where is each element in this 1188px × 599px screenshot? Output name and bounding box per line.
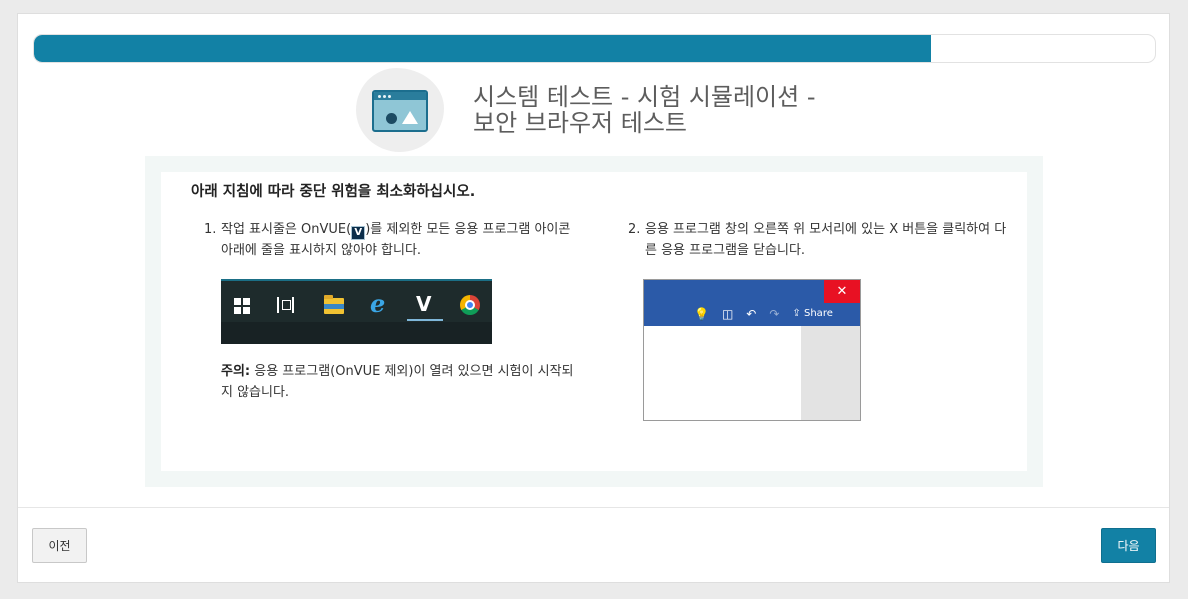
taskbar-example-image: e V [221,279,492,344]
step-2: 2. 응용 프로그램 창의 오른쪽 위 모서리에 있는 X 버튼을 클릭하여 다… [628,219,1018,261]
office-window-example-image: ✕ 💡 ◫ ↶ ↷ ⇪ Share [643,279,861,421]
office-toolbar: 💡 ◫ ↶ ↷ ⇪ Share [694,306,833,322]
step-1-number: 1. [204,222,217,237]
instructions-content: 아래 지침에 따라 중단 위험을 최소화하십시오. 1. 작업 표시줄은 OnV… [161,172,1027,471]
close-icon: ✕ [824,280,860,303]
file-explorer-icon [324,295,344,314]
share-label: ⇪ Share [792,307,832,321]
undo-icon: ↶ [746,307,757,321]
instructions-heading: 아래 지침에 따라 중단 위험을 최소화하십시오. [191,184,476,200]
previous-button[interactable]: 이전 [32,528,87,563]
redo-icon: ↷ [769,307,780,321]
chrome-icon [460,295,480,315]
warning-note-text: 응용 프로그램(OnVUE 제외)이 열려 있으면 시험이 시작되지 않습니다. [221,364,574,400]
step-2-number: 2. [628,222,641,237]
onvue-active-underline [407,319,443,321]
page-title-line2: 보안 브라우저 테스트 [473,109,687,137]
step-1: 1. 작업 표시줄은 OnVUE(V)를 제외한 모든 응용 프로그램 아이콘 … [204,219,584,261]
onvue-icon: V [416,292,432,316]
progress-bar [33,34,1156,63]
office-side-pane [801,326,860,420]
progress-bar-fill [34,35,931,62]
step-2-text: 응용 프로그램 창의 오른쪽 위 모서리에 있는 X 버튼을 클릭하여 다른 응… [645,222,1007,258]
taskbar-lower-strip [221,322,492,344]
reading-view-icon: ◫ [721,307,734,321]
warning-note-label: 주의: [221,364,251,379]
internet-explorer-icon: e [370,289,386,318]
next-button[interactable]: 다음 [1101,528,1156,563]
system-test-card: 시스템 테스트 - 시험 시뮬레이션 - 보안 브라우저 테스트 아래 지침에 … [17,13,1170,583]
warning-note: 주의: 응용 프로그램(OnVUE 제외)이 열려 있으면 시험이 시작되지 않… [221,361,581,403]
lightbulb-icon: 💡 [694,307,709,321]
page-title-line1: 시스템 테스트 - 시험 시뮬레이션 - [473,83,816,111]
share-icon: ⇪ [792,308,801,319]
windows-start-icon [234,298,250,314]
step-1-text-before: 작업 표시줄은 OnVUE( [221,222,352,237]
browser-window-icon [372,90,428,132]
instructions-panel: 아래 지침에 따라 중단 위험을 최소화하십시오. 1. 작업 표시줄은 OnV… [145,156,1043,487]
footer-divider [18,507,1169,508]
page-title: 시스템 테스트 - 시험 시뮬레이션 - 보안 브라우저 테스트 [473,84,893,136]
task-view-icon [277,297,294,313]
onvue-inline-icon: V [351,226,366,240]
share-text: Share [804,308,833,319]
